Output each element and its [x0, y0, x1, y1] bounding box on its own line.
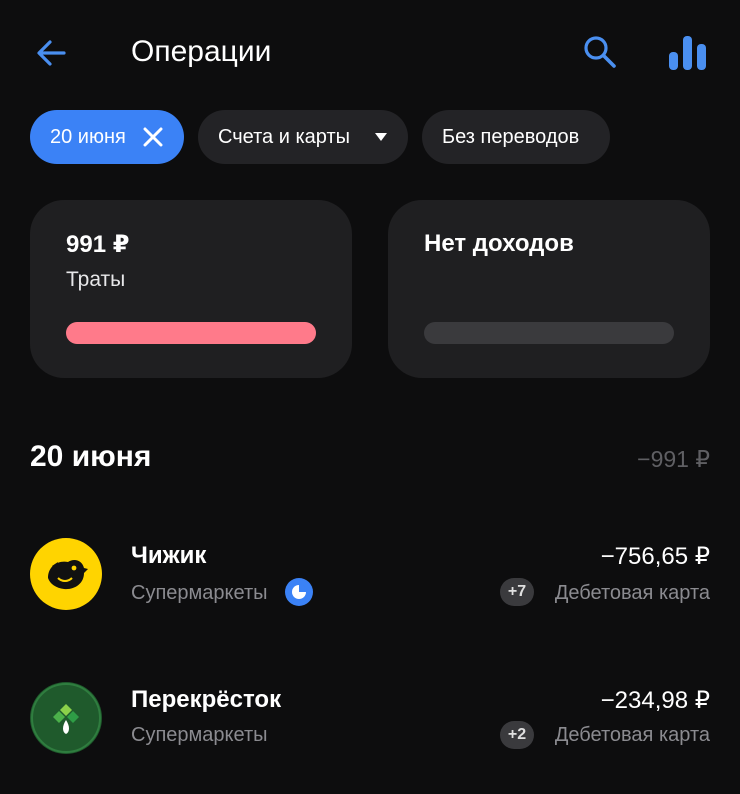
merchant-name: Чижик	[131, 542, 207, 569]
accounts-filter-chip[interactable]: Счета и карты	[198, 110, 408, 164]
spending-bar-fill	[66, 322, 316, 344]
spending-card[interactable]: 991 ₽ Траты	[30, 200, 352, 378]
caret-down-icon	[375, 133, 387, 141]
income-label: Нет доходов	[424, 230, 574, 257]
date-filter-label: 20 июня	[50, 125, 126, 148]
no-transfers-filter-chip[interactable]: Без переводов	[422, 110, 610, 164]
arrow-left-icon	[37, 40, 66, 66]
spending-label: Траты	[66, 268, 126, 291]
search-button[interactable]	[582, 34, 618, 70]
section-total: −991 ₽	[637, 446, 710, 472]
merchant-logo	[30, 538, 102, 610]
page-title: Операции	[131, 35, 272, 68]
date-filter-chip[interactable]: 20 июня	[30, 110, 184, 164]
section-date: 20 июня	[30, 440, 152, 473]
category-pie-icon	[285, 578, 313, 611]
merchant-category: Супермаркеты	[131, 582, 268, 604]
bird-icon	[48, 560, 88, 590]
search-icon	[584, 36, 616, 68]
clover-icon	[31, 683, 101, 753]
merchant-name: Перекрёсток	[131, 686, 282, 713]
operation-amount: −756,65 ₽	[600, 543, 710, 570]
accounts-filter-label: Счета и карты	[218, 125, 350, 148]
operations-count-badge: +7	[500, 578, 534, 606]
card-type: Дебетовая карта	[554, 582, 710, 604]
analytics-button[interactable]	[667, 34, 709, 72]
close-icon[interactable]	[142, 126, 164, 148]
operation-row[interactable]: Перекрёсток Супермаркеты −234,98 ₽ Дебет…	[0, 664, 740, 774]
income-card[interactable]: Нет доходов	[388, 200, 710, 378]
back-button[interactable]	[34, 36, 68, 70]
operation-amount: −234,98 ₽	[600, 687, 710, 714]
merchant-category: Супермаркеты	[131, 724, 268, 746]
no-transfers-filter-label: Без переводов	[442, 125, 580, 148]
income-bar	[424, 322, 674, 344]
operations-count-badge: +2	[500, 721, 534, 749]
operation-row[interactable]: Чижик Супермаркеты −756,65 ₽ Дебетовая к…	[0, 520, 740, 630]
spending-amount: 991 ₽	[66, 231, 130, 258]
merchant-logo	[30, 682, 102, 754]
bar-chart-icon	[669, 36, 706, 70]
spending-bar	[66, 322, 316, 344]
card-type: Дебетовая карта	[554, 724, 710, 746]
